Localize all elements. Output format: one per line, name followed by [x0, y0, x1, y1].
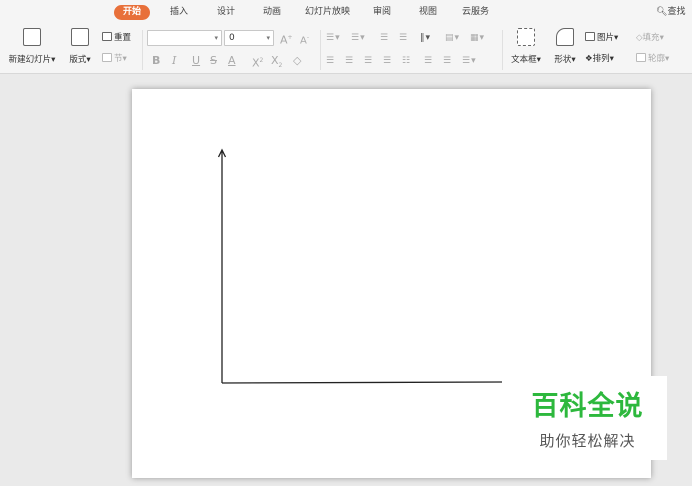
align-center-icon[interactable]: ☰ [345, 55, 354, 67]
arrange-button[interactable]: ❖排列▾ [585, 53, 614, 65]
line-spacing-icon[interactable]: ‖▾ [420, 32, 431, 44]
new-slide-button[interactable]: 新建幻灯片▾ [4, 28, 60, 65]
superscript-button[interactable]: X2 [252, 55, 263, 70]
column-icon[interactable]: ☰ [424, 55, 433, 67]
justify-icon[interactable]: ☰ [383, 55, 392, 67]
picture-icon [585, 32, 595, 41]
outline-button[interactable]: 轮廓▾ [636, 53, 669, 65]
tab-slideshow[interactable]: 幻灯片放映 [305, 5, 350, 20]
layout-icon [71, 28, 89, 46]
increase-indent-icon[interactable]: ☰ [399, 32, 408, 44]
find-button[interactable]: 🔍︎查找 [656, 5, 685, 20]
font-name-select[interactable]: ▾ [147, 30, 222, 46]
bold-button[interactable]: B [152, 55, 160, 67]
chevron-down-icon: ▾ [266, 34, 270, 42]
underline-button[interactable]: U [192, 55, 200, 67]
align-right-icon[interactable]: ☰ [364, 55, 373, 67]
font-size-select[interactable]: 0 ▾ [224, 30, 274, 46]
paragraph-settings-icon[interactable]: ☰▾ [462, 55, 477, 67]
subscript-button[interactable]: X2 [271, 55, 282, 72]
fill-button[interactable]: ◇填充▾ [636, 32, 664, 44]
horizontal-line[interactable] [221, 381, 503, 384]
shape-icon [556, 28, 574, 46]
tab-view[interactable]: 视图 [419, 5, 437, 20]
tab-insert[interactable]: 插入 [170, 5, 188, 20]
ribbon-home: 新建幻灯片▾ 版式▾ 重置 节▾ ▾ 0 ▾ A+ A- B I U S A X… [0, 24, 692, 74]
ribbon-divider [320, 30, 321, 70]
chevron-down-icon: ▾ [214, 34, 218, 42]
distribute-icon[interactable]: ☷ [402, 55, 411, 67]
tab-review[interactable]: 审阅 [373, 5, 391, 20]
reset-icon [102, 32, 112, 41]
textbox-icon [517, 28, 535, 46]
strikethrough-button[interactable]: S [210, 55, 217, 67]
tab-design[interactable]: 设计 [217, 5, 235, 20]
align-left-icon[interactable]: ☰ [326, 55, 335, 67]
spacing-icon[interactable]: ☰ [443, 55, 452, 67]
ribbon-tab-bar: 开始 插入 设计 动画 幻灯片放映 审阅 视图 云服务 🔍︎查找 [0, 0, 692, 24]
numbered-list-icon[interactable]: ☰▾ [351, 32, 366, 44]
textbox-button[interactable]: 文本框▾ [507, 28, 545, 65]
tab-home[interactable]: 开始 [114, 5, 151, 20]
search-icon: 🔍︎ [656, 7, 668, 17]
ribbon-divider [142, 30, 143, 70]
picture-button[interactable]: 图片▾ [585, 32, 618, 44]
tab-animation[interactable]: 动画 [263, 5, 281, 20]
layout-button[interactable]: 版式▾ [64, 28, 96, 65]
align-text-icon[interactable]: ▦▾ [470, 32, 485, 44]
outline-icon [636, 53, 646, 62]
decrease-indent-icon[interactable]: ☰ [380, 32, 389, 44]
section-icon [102, 53, 112, 62]
shape-button[interactable]: 形状▾ [549, 28, 581, 65]
section-button[interactable]: 节▾ [102, 53, 127, 65]
bullet-list-icon[interactable]: ☰▾ [326, 32, 341, 44]
watermark-title: 百科全说 [531, 391, 644, 422]
text-direction-icon[interactable]: ▤▾ [445, 32, 460, 44]
watermark-subtitle: 助你轻松解决 [539, 432, 636, 450]
watermark-logo: 百科全说 助你轻松解决 [508, 376, 667, 460]
shrink-font-button[interactable]: A- [300, 32, 309, 46]
italic-button[interactable]: I [172, 55, 176, 67]
new-slide-icon [23, 28, 41, 46]
font-color-button[interactable]: A [228, 55, 236, 67]
arrange-icon: ❖ [585, 54, 593, 64]
grow-font-button[interactable]: A+ [280, 32, 293, 46]
clear-format-icon[interactable]: ◇ [293, 55, 301, 67]
tab-cloud[interactable]: 云服务 [462, 5, 489, 20]
reset-button[interactable]: 重置 [102, 32, 131, 44]
ribbon-divider [502, 30, 503, 70]
